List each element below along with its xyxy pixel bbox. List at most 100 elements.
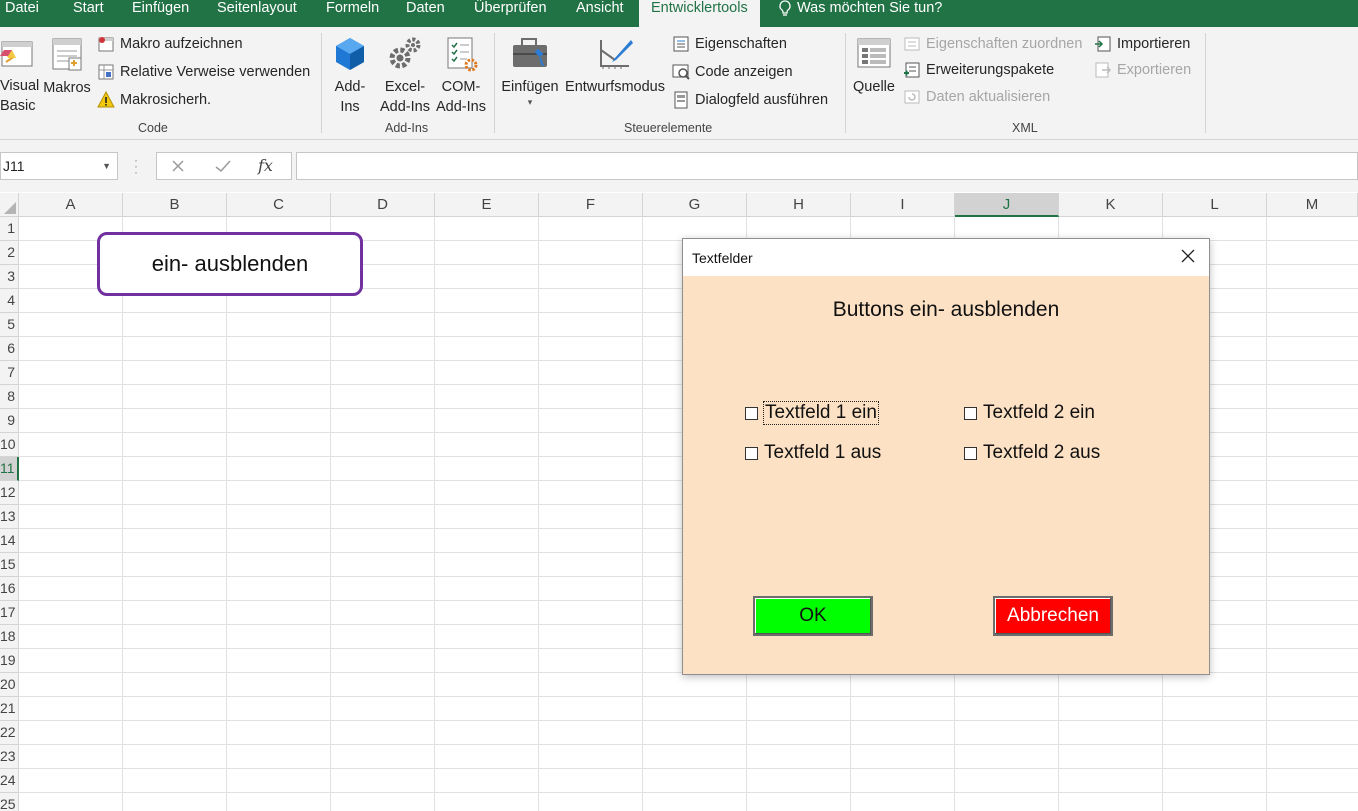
row-header[interactable]: 19 [0, 649, 19, 673]
eigenschaften-button[interactable]: Eigenschaften [672, 35, 787, 53]
makrosicherheit-label: Makrosicherh. [120, 92, 212, 108]
eigenschaften-zuordnen-button[interactable]: Eigenschaften zuordnen [903, 35, 1082, 53]
column-header-j[interactable]: J [955, 193, 1059, 217]
drag-handle-icon[interactable]: · · · [134, 154, 138, 178]
com-add-ins-button[interactable]: COM- Add-Ins [434, 36, 488, 117]
makrosicherheit-button[interactable]: Makrosicherh. [97, 91, 211, 109]
cancel-icon[interactable] [171, 159, 185, 173]
tab-einfuegen[interactable]: Einfügen [132, 0, 189, 27]
checkbox-textfeld-1-aus[interactable]: Textfeld 1 aus [745, 442, 881, 464]
erweiterungspakete-button[interactable]: Erweiterungspakete [903, 61, 1054, 79]
tab-datei[interactable]: Datei [5, 0, 39, 27]
column-header-h[interactable]: H [747, 193, 851, 217]
makros-button[interactable]: Makros [40, 36, 94, 98]
column-header-l[interactable]: L [1163, 193, 1267, 217]
abbrechen-button[interactable]: Abbrechen [993, 596, 1113, 636]
close-icon[interactable] [1181, 249, 1195, 263]
checkbox-box[interactable] [964, 406, 977, 420]
enter-check-icon[interactable] [215, 159, 231, 173]
formula-input[interactable] [296, 152, 1358, 180]
group-separator [1205, 33, 1206, 133]
add-ins-button[interactable]: Add- Ins [330, 36, 370, 117]
column-header-e[interactable]: E [435, 193, 539, 217]
makro-aufzeichnen-button[interactable]: Makro aufzeichnen [97, 35, 243, 53]
checkbox-box[interactable] [745, 446, 758, 460]
tab-seitenlayout[interactable]: Seitenlayout [217, 0, 297, 27]
visual-basic-button[interactable]: Visual Basic [0, 36, 39, 114]
row-header[interactable]: 6 [0, 337, 19, 361]
column-header-f[interactable]: F [539, 193, 643, 217]
row-header[interactable]: 17 [0, 601, 19, 625]
row-header[interactable]: 1 [0, 217, 19, 241]
tab-daten[interactable]: Daten [406, 0, 445, 27]
select-all-corner[interactable] [0, 193, 19, 217]
textfelder-dialog: Textfelder Buttons ein- ausblenden Textf… [682, 238, 1210, 675]
tab-ueberpruefen[interactable]: Überprüfen [474, 0, 547, 27]
checkbox-textfeld-1-ein[interactable]: Textfeld 1 ein [745, 401, 879, 425]
row-header[interactable]: 21 [0, 697, 19, 721]
column-header-k[interactable]: K [1059, 193, 1163, 217]
row-header[interactable]: 23 [0, 745, 19, 769]
row-header[interactable]: 22 [0, 721, 19, 745]
toggle-shape-button[interactable]: ein- ausblenden [97, 232, 363, 296]
daten-aktualisieren-button[interactable]: Daten aktualisieren [903, 88, 1050, 106]
checkbox-label: Textfeld 1 aus [764, 442, 882, 463]
row-header[interactable]: 5 [0, 313, 19, 337]
row-header[interactable]: 3 [0, 265, 19, 289]
lightbulb-icon [779, 0, 791, 16]
group-label-xml: XML [1012, 121, 1038, 135]
column-header-g[interactable]: G [643, 193, 747, 217]
row-header[interactable]: 13 [0, 505, 19, 529]
checkbox-box[interactable] [964, 446, 977, 460]
tab-ansicht[interactable]: Ansicht [576, 0, 624, 27]
column-header-b[interactable]: B [123, 193, 227, 217]
macros-icon [52, 38, 82, 71]
column-header-i[interactable]: I [851, 193, 955, 217]
dialogfeld-ausfuehren-button[interactable]: Dialogfeld ausführen [672, 91, 828, 109]
exportieren-button[interactable]: Exportieren [1094, 61, 1191, 79]
row-header[interactable]: 14 [0, 529, 19, 553]
row-header-selected[interactable]: 11 [0, 457, 19, 481]
row-header[interactable]: 24 [0, 769, 19, 793]
insert-function-icon[interactable]: fx [258, 156, 273, 175]
row-header[interactable]: 7 [0, 361, 19, 385]
row-header[interactable]: 20 [0, 673, 19, 697]
excel-add-ins-button[interactable]: Excel- Add-Ins [378, 36, 432, 117]
row-header[interactable]: 9 [0, 409, 19, 433]
checkbox-textfeld-2-aus[interactable]: Textfeld 2 aus [964, 442, 1100, 464]
importieren-button[interactable]: Importieren [1094, 35, 1190, 53]
code-anzeigen-button[interactable]: Code anzeigen [672, 63, 793, 81]
tab-entwicklertools[interactable]: Entwicklertools [639, 0, 760, 27]
row-header[interactable]: 10 [0, 433, 19, 457]
visual-basic-label-1: Visual [0, 78, 40, 94]
row-header[interactable]: 25 [0, 793, 19, 811]
row-header[interactable]: 15 [0, 553, 19, 577]
entwurfsmodus-button[interactable]: Entwurfsmodus [564, 36, 666, 97]
column-header-d[interactable]: D [331, 193, 435, 217]
column-header-a[interactable]: A [19, 193, 123, 217]
row-header[interactable]: 2 [0, 241, 19, 265]
column-header-m[interactable]: M [1267, 193, 1358, 217]
name-box[interactable]: J11 ▼ [0, 152, 118, 180]
ok-button[interactable]: OK [753, 596, 873, 636]
row-header[interactable]: 18 [0, 625, 19, 649]
row-header[interactable]: 8 [0, 385, 19, 409]
tell-me-search[interactable]: Was möchten Sie tun? [778, 0, 942, 27]
checkbox-box[interactable] [745, 406, 758, 420]
einfuegen-control-button[interactable]: Einfügen ▾ [499, 36, 561, 107]
dialog-title-bar[interactable]: Textfelder [683, 239, 1209, 276]
select-all-icon [4, 202, 16, 214]
excel-add-ins-label-2: Add-Ins [380, 99, 430, 115]
checkbox-textfeld-2-ein[interactable]: Textfeld 2 ein [964, 402, 1095, 424]
column-header-c[interactable]: C [227, 193, 331, 217]
toolbox-icon [513, 38, 547, 67]
tab-formeln[interactable]: Formeln [326, 0, 379, 27]
chevron-down-icon[interactable]: ▼ [102, 153, 111, 179]
group-separator [494, 33, 495, 133]
row-header[interactable]: 12 [0, 481, 19, 505]
row-header[interactable]: 4 [0, 289, 19, 313]
tab-start[interactable]: Start [73, 0, 104, 27]
quelle-button[interactable]: Quelle [850, 36, 898, 97]
relative-verweise-button[interactable]: Relative Verweise verwenden [97, 63, 310, 81]
row-header[interactable]: 16 [0, 577, 19, 601]
